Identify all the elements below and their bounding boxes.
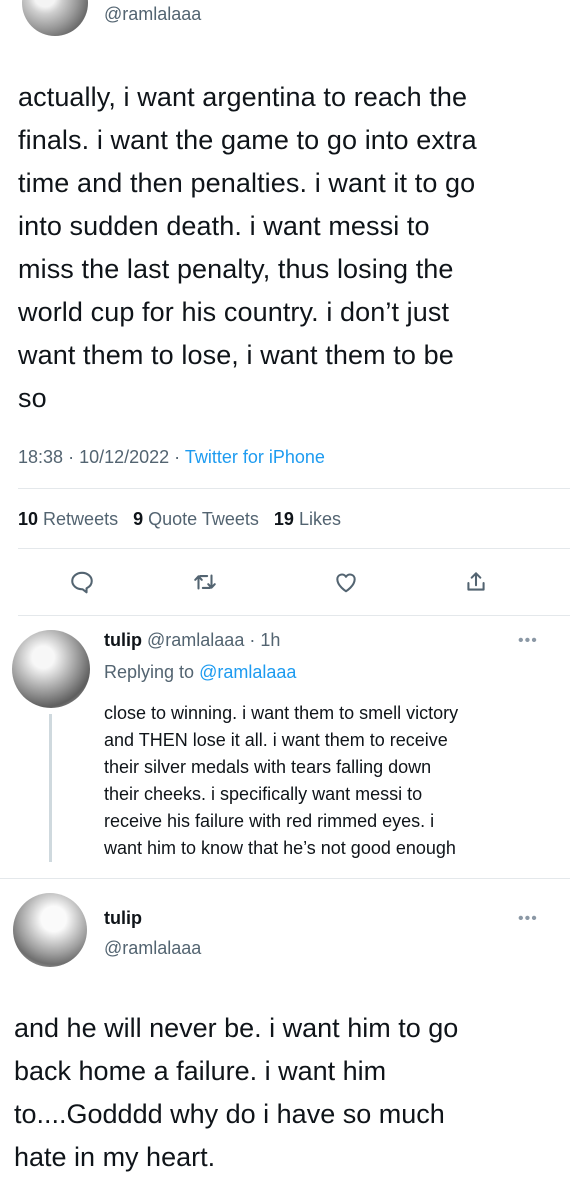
reply-text-line: their cheeks. i specifically want messi … bbox=[104, 784, 423, 804]
tweet-meta: 18:38 · 10/12/2022 · Twitter for iPhone bbox=[18, 447, 325, 468]
reply-text-line: their silver medals with tears falling d… bbox=[104, 757, 432, 777]
more-icon[interactable]: ••• bbox=[518, 632, 538, 650]
divider bbox=[0, 878, 570, 879]
more-icon[interactable]: ••• bbox=[518, 910, 538, 928]
quotes-count: 9 bbox=[133, 509, 144, 529]
share-button[interactable] bbox=[456, 562, 496, 602]
user-handle[interactable]: @ramlalaaa bbox=[104, 938, 201, 959]
tweet-text-line: world cup for his country. i don’t just bbox=[18, 297, 450, 327]
tweet-text-line: to....Godddd why do i have so much bbox=[14, 1099, 445, 1129]
meta-separator: · bbox=[174, 447, 185, 467]
tweet-text: and he will never be. i want him to go b… bbox=[14, 1007, 560, 1179]
tweet-text-line: want them to lose, i want them to be bbox=[18, 340, 454, 370]
reply-button[interactable] bbox=[62, 562, 102, 602]
top-tweet-header: @ramlalaaa bbox=[0, 0, 570, 50]
reply-author: tulip @ramlalaaa · 1h bbox=[104, 630, 280, 651]
replying-to-handle[interactable]: @ramlalaaa bbox=[199, 662, 296, 682]
tweet-text-line: into sudden death. i want messi to bbox=[18, 211, 430, 241]
user-handle[interactable]: @ramlalaaa bbox=[104, 4, 201, 25]
quotes-label: Quote Tweets bbox=[148, 509, 259, 529]
tweet-actions bbox=[0, 562, 570, 602]
user-name[interactable]: tulip bbox=[104, 908, 142, 929]
tweet-date[interactable]: 10/12/2022 bbox=[79, 447, 169, 467]
replying-to: Replying to @ramlalaaa bbox=[104, 662, 296, 683]
tweet-time[interactable]: 18:38 bbox=[18, 447, 63, 467]
retweets-count: 10 bbox=[18, 509, 39, 529]
tweet-text-line: back home a failure. i want him bbox=[14, 1056, 387, 1086]
tweet-text-line: miss the last penalty, thus losing the bbox=[18, 254, 454, 284]
tweet-source[interactable]: Twitter for iPhone bbox=[185, 447, 325, 467]
avatar[interactable] bbox=[13, 893, 87, 967]
tweet-age[interactable]: 1h bbox=[260, 630, 280, 650]
quote-tweets-stat[interactable]: 9 Quote Tweets bbox=[133, 509, 259, 529]
reply-text-line: and THEN lose it all. i want them to rec… bbox=[104, 730, 448, 750]
share-icon bbox=[467, 572, 485, 591]
tweet-text-line: finals. i want the game to go into extra bbox=[18, 125, 477, 155]
meta-separator: · bbox=[68, 447, 80, 467]
avatar[interactable] bbox=[22, 0, 88, 36]
reply-icon bbox=[71, 571, 93, 594]
reply-text-line: close to winning. i want them to smell v… bbox=[104, 703, 459, 723]
divider bbox=[18, 548, 570, 549]
tweet-stats: 10 Retweets 9 Quote Tweets 19 Likes bbox=[18, 509, 351, 530]
tweet-text-line: actually, i want argentina to reach the bbox=[18, 82, 468, 112]
reply-text: close to winning. i want them to smell v… bbox=[104, 700, 554, 862]
divider bbox=[18, 488, 570, 489]
tweet-text-line: time and then penalties. i want it to go bbox=[18, 168, 476, 198]
likes-label: Likes bbox=[298, 509, 341, 529]
retweet-button[interactable] bbox=[185, 562, 225, 602]
tweet-text: actually, i want argentina to reach the … bbox=[18, 76, 558, 420]
divider bbox=[18, 615, 570, 616]
screenshot: @ramlalaaa actually, i want argentina to… bbox=[0, 0, 570, 1200]
like-icon bbox=[336, 573, 356, 593]
reply-text-line: receive his failure with red rimmed eyes… bbox=[104, 811, 435, 831]
retweet-icon bbox=[194, 574, 216, 590]
tweet-text-line: so bbox=[18, 383, 47, 413]
thread-line bbox=[49, 714, 52, 862]
replying-label: Replying to bbox=[104, 662, 195, 682]
meta-separator: · bbox=[249, 630, 261, 650]
like-button[interactable] bbox=[326, 562, 366, 602]
retweets-label: Retweets bbox=[43, 509, 119, 529]
tweet-text-line: and he will never be. i want him to go bbox=[14, 1013, 459, 1043]
likes-stat[interactable]: 19 Likes bbox=[274, 509, 341, 529]
tweet-text-line: hate in my heart. bbox=[14, 1142, 216, 1172]
retweets-stat[interactable]: 10 Retweets bbox=[18, 509, 118, 529]
user-handle[interactable]: @ramlalaaa bbox=[147, 630, 244, 650]
user-name[interactable]: tulip bbox=[104, 630, 142, 650]
likes-count: 19 bbox=[273, 509, 294, 529]
reply-text-line: want him to know that he’s not good enou… bbox=[104, 838, 456, 858]
avatar[interactable] bbox=[12, 630, 90, 708]
